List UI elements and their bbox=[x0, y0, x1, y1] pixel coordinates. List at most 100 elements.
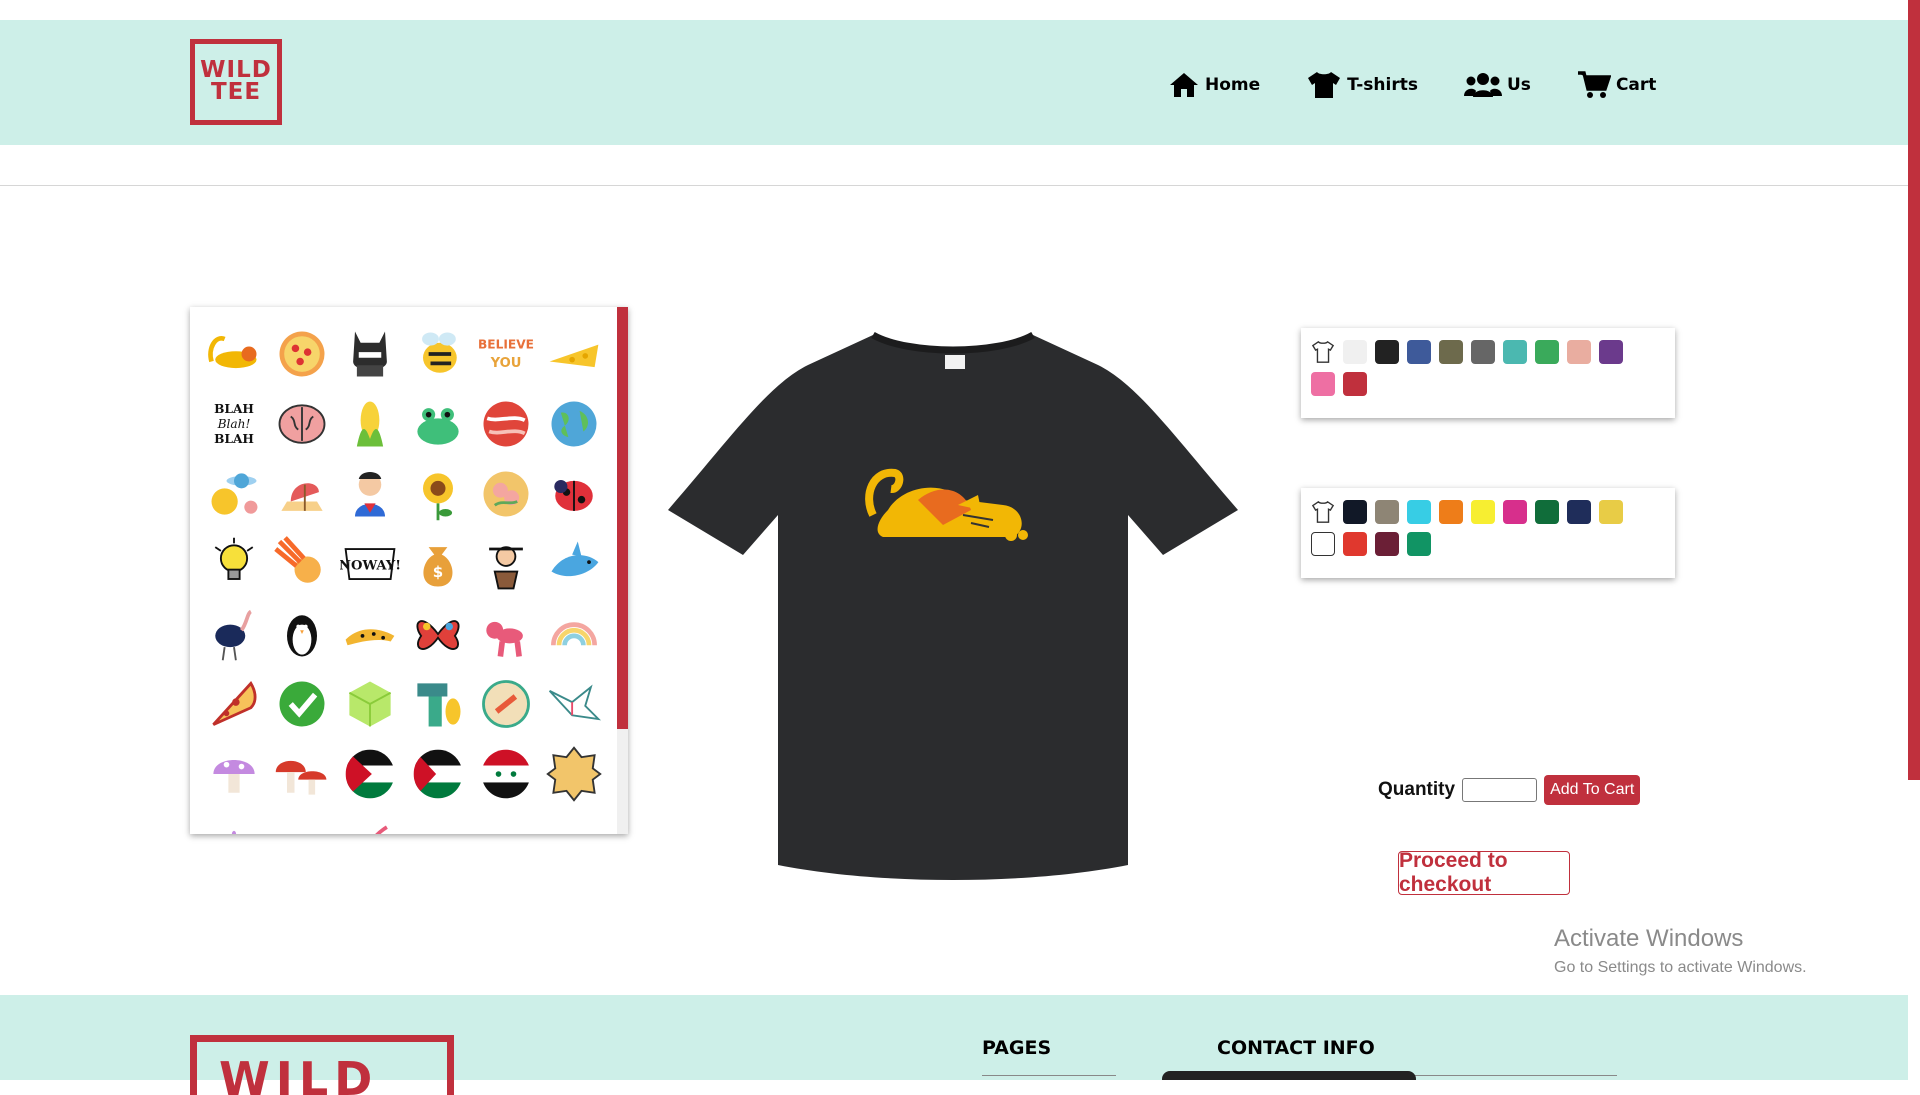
color-swatch[interactable] bbox=[1343, 500, 1367, 524]
sticker-meteor[interactable] bbox=[268, 529, 336, 599]
lotus-icon bbox=[231, 830, 237, 834]
sticker-origami-bird[interactable] bbox=[540, 669, 608, 739]
sticker-no-way[interactable]: NOWAY! bbox=[336, 529, 404, 599]
sticker-batman[interactable] bbox=[336, 319, 404, 389]
sticker-jordan-flag[interactable] bbox=[336, 739, 404, 809]
color-swatch[interactable] bbox=[1535, 500, 1559, 524]
sticker-corn[interactable] bbox=[336, 389, 404, 459]
color-picker-2 bbox=[1301, 488, 1675, 578]
sticker-bird[interactable] bbox=[404, 809, 472, 834]
color-swatch[interactable] bbox=[1407, 532, 1431, 556]
color-swatch[interactable] bbox=[1343, 340, 1367, 364]
brand-logo[interactable]: WILD TEE bbox=[190, 39, 282, 125]
header-divider bbox=[0, 185, 1908, 186]
sticker-syria-flag[interactable] bbox=[472, 739, 540, 809]
color-swatch[interactable] bbox=[1311, 532, 1335, 556]
sticker-penguin[interactable] bbox=[268, 599, 336, 669]
penguin-icon bbox=[287, 615, 317, 657]
sticker-cheetah[interactable] bbox=[336, 599, 404, 669]
sticker-cat[interactable] bbox=[200, 319, 268, 389]
color-swatch[interactable] bbox=[1375, 532, 1399, 556]
color-swatch[interactable] bbox=[1567, 340, 1591, 364]
sticker-sunflower[interactable] bbox=[404, 459, 472, 529]
sticker-bicycle[interactable] bbox=[472, 809, 540, 834]
ladybug-icon bbox=[554, 479, 593, 511]
sticker-planet-red[interactable] bbox=[472, 389, 540, 459]
sticker-ostrich[interactable] bbox=[200, 599, 268, 669]
nav-home[interactable]: Home bbox=[1168, 70, 1260, 100]
nav-tshirts[interactable]: T-shirts bbox=[1306, 70, 1418, 100]
windows-activation-watermark: Activate Windows Go to Settings to activ… bbox=[1554, 925, 1807, 977]
sticker-beach[interactable] bbox=[268, 459, 336, 529]
sticker-money-bag[interactable]: $ bbox=[404, 529, 472, 599]
sticker-flower-circle[interactable] bbox=[472, 459, 540, 529]
sticker-shark[interactable] bbox=[540, 529, 608, 599]
nav-us-label: Us bbox=[1507, 75, 1531, 95]
nav-cart[interactable]: Cart bbox=[1577, 70, 1656, 100]
color-swatch[interactable] bbox=[1407, 340, 1431, 364]
color-swatch[interactable] bbox=[1375, 500, 1399, 524]
add-to-cart-button[interactable]: Add To Cart bbox=[1544, 775, 1641, 805]
color-swatch[interactable] bbox=[1599, 340, 1623, 364]
color-swatch[interactable] bbox=[1471, 500, 1495, 524]
color-swatch[interactable] bbox=[1375, 340, 1399, 364]
sticker-palestine-flag[interactable] bbox=[404, 739, 472, 809]
sticker-rocket-badge[interactable] bbox=[472, 669, 540, 739]
color-swatch[interactable] bbox=[1439, 500, 1463, 524]
sticker-fruit[interactable] bbox=[268, 809, 336, 834]
sticker-lightbulb[interactable] bbox=[200, 529, 268, 599]
color-swatch[interactable] bbox=[1311, 372, 1335, 396]
sticker-lotus[interactable] bbox=[200, 809, 268, 834]
proceed-to-checkout-button[interactable]: Proceed to checkout bbox=[1398, 849, 1570, 896]
color-swatch[interactable] bbox=[1503, 340, 1527, 364]
footer-pages-heading: PAGES bbox=[982, 1037, 1052, 1059]
butterfly-icon bbox=[416, 620, 460, 650]
color-swatch[interactable] bbox=[1535, 340, 1559, 364]
nav-us[interactable]: Us bbox=[1464, 70, 1531, 100]
sticker-ladybug[interactable] bbox=[540, 459, 608, 529]
tshirt-outline-icon[interactable] bbox=[1311, 500, 1335, 524]
cheese-icon bbox=[549, 344, 599, 368]
sticker-planets[interactable] bbox=[200, 459, 268, 529]
sticker-ball[interactable] bbox=[540, 809, 608, 834]
sticker-abstract-shapes[interactable] bbox=[404, 669, 472, 739]
tshirt-outline-icon[interactable] bbox=[1311, 340, 1335, 364]
sticker-brain[interactable] bbox=[268, 389, 336, 459]
page-scrollbar[interactable] bbox=[1908, 0, 1920, 1080]
sticker-cube[interactable] bbox=[336, 669, 404, 739]
sticker-sun-pattern[interactable] bbox=[540, 739, 608, 809]
blah-blah-icon: BLAHBlah!BLAH bbox=[214, 402, 254, 446]
sticker-panel-scrollbar-thumb[interactable] bbox=[617, 307, 628, 729]
color-swatch[interactable] bbox=[1503, 500, 1527, 524]
footer-logo[interactable]: WILD bbox=[190, 1035, 454, 1095]
color-swatch[interactable] bbox=[1343, 532, 1367, 556]
sticker-mushroom[interactable] bbox=[200, 739, 268, 809]
color-swatch[interactable] bbox=[1599, 500, 1623, 524]
sticker-panel-scrollbar[interactable] bbox=[617, 307, 628, 834]
color-swatch[interactable] bbox=[1407, 500, 1431, 524]
color-swatch[interactable] bbox=[1567, 500, 1591, 524]
cowboy-icon bbox=[489, 546, 523, 590]
sticker-pizza[interactable] bbox=[268, 319, 336, 389]
sticker-cowboy[interactable] bbox=[472, 529, 540, 599]
quantity-input[interactable] bbox=[1462, 778, 1538, 802]
color-swatch[interactable] bbox=[1439, 340, 1463, 364]
sticker-rainbow[interactable] bbox=[540, 599, 608, 669]
sticker-blah-blah[interactable]: BLAH Blah! BLAH bbox=[200, 389, 268, 459]
color-swatch[interactable] bbox=[1471, 340, 1495, 364]
sticker-earth[interactable] bbox=[540, 389, 608, 459]
page-scrollbar-thumb[interactable] bbox=[1908, 0, 1920, 780]
sticker-mushrooms[interactable] bbox=[268, 739, 336, 809]
sticker-frog[interactable] bbox=[404, 389, 472, 459]
sticker-pizza-slice[interactable] bbox=[200, 669, 268, 739]
sticker-feather[interactable] bbox=[336, 809, 404, 834]
sticker-butterfly[interactable] bbox=[404, 599, 472, 669]
sticker-cheese[interactable] bbox=[540, 319, 608, 389]
sticker-bee[interactable] bbox=[404, 319, 472, 389]
sticker-superman[interactable] bbox=[336, 459, 404, 529]
sticker-balloon-dog[interactable] bbox=[472, 599, 540, 669]
color-swatch[interactable] bbox=[1343, 372, 1367, 396]
sticker-checkmark[interactable] bbox=[268, 669, 336, 739]
no-way-icon: NOWAY! bbox=[340, 548, 400, 580]
sticker-believe-in-you[interactable]: BELIEVE YOU bbox=[472, 319, 540, 389]
